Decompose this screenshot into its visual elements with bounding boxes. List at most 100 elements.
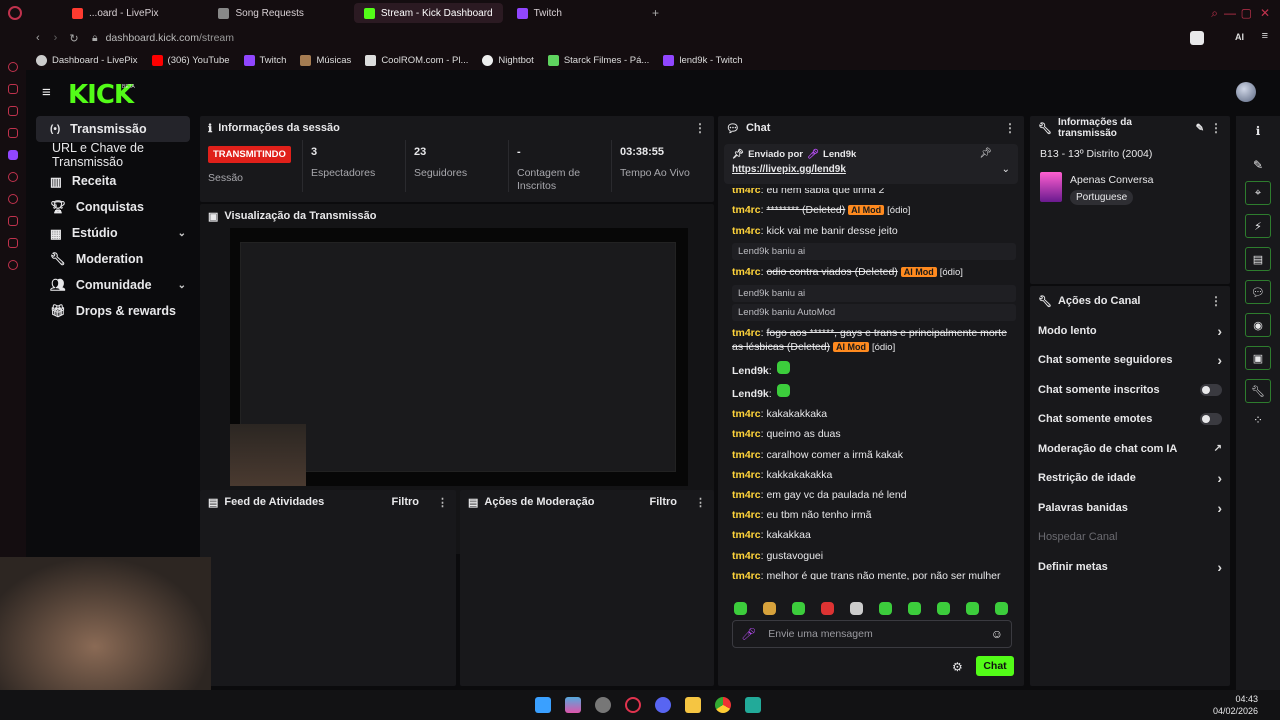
windows-start-icon[interactable] (535, 697, 551, 713)
chrome-icon[interactable] (715, 697, 731, 713)
tab-kick-dashboard[interactable]: Stream - Kick Dashboard (353, 3, 503, 23)
messenger-icon[interactable] (8, 62, 18, 72)
emote-icon[interactable] (763, 601, 776, 615)
emote-icon[interactable] (966, 601, 979, 615)
maximize-icon[interactable]: ▢ (1241, 6, 1252, 20)
avatar[interactable] (1236, 82, 1256, 102)
chat-username[interactable]: tm4rc (732, 529, 761, 541)
activity-filter-button[interactable]: Filtro (392, 496, 420, 508)
app-taskbar-icon[interactable] (745, 697, 761, 713)
emote-icon[interactable] (995, 601, 1008, 615)
nav-conquistas[interactable]: 🏆︎ Conquistas (36, 194, 190, 220)
bookmark-coolrom[interactable]: CoolROM.com - Pl... (365, 54, 468, 66)
category-name[interactable]: Apenas Conversa (1070, 174, 1153, 186)
extensions-side-icon[interactable] (8, 238, 18, 248)
chat-username[interactable]: tm4rc (732, 266, 761, 278)
pencil-icon[interactable]: ✎ (1236, 158, 1280, 172)
chat-username[interactable]: tm4rc (732, 204, 761, 216)
settings-icon[interactable] (8, 260, 18, 270)
more-options-icon[interactable]: ⋮ (1210, 294, 1222, 308)
chat-username[interactable]: tm4rc (732, 550, 761, 562)
bookmark-musicas[interactable]: Músicas (300, 54, 351, 66)
chat-send-button[interactable]: Chat (976, 656, 1014, 676)
bookmark-starck[interactable]: Starck Filmes - Pá... (547, 54, 649, 66)
bolt-tool-icon[interactable]: ⚡︎ (1245, 214, 1271, 238)
more-options-icon[interactable]: ⋮ (694, 121, 706, 135)
broadcast-tool-icon[interactable]: ◉ (1245, 313, 1271, 337)
nav-moderation[interactable]: 🔧︎ Moderation (36, 246, 190, 272)
chat-username[interactable]: tm4rc (732, 408, 761, 420)
ai-button[interactable]: AI (1235, 32, 1244, 42)
more-options-icon[interactable]: ⋮ (437, 496, 448, 509)
extensions-icon[interactable] (1190, 31, 1204, 45)
nav-receita[interactable]: ▥ Receita (36, 168, 190, 194)
bookmark-livepix[interactable]: Dashboard - LivePix (36, 54, 138, 66)
chat-username[interactable]: tm4rc (732, 509, 761, 521)
chevron-down-icon[interactable]: ⌄ (1002, 164, 1010, 175)
toggle-switch[interactable] (1200, 413, 1222, 426)
action-metas[interactable]: Definir metas › (1030, 552, 1230, 582)
back-icon[interactable]: ‹ (36, 32, 40, 44)
new-tab-icon[interactable]: + (652, 6, 659, 20)
mod-filter-button[interactable]: Filtro (650, 496, 678, 508)
bookmark-nightbot[interactable]: Nightbot (482, 54, 534, 66)
emote-icon[interactable] (850, 601, 863, 615)
emote-icon[interactable] (821, 601, 834, 615)
emote-icon[interactable] (908, 601, 921, 615)
player-icon[interactable] (8, 172, 18, 182)
info-icon[interactable]: ℹ (1236, 124, 1280, 138)
chat-username[interactable]: tm4rc (732, 428, 761, 440)
pinboard-icon[interactable] (8, 216, 18, 226)
nav-transmissao[interactable]: (•) Transmissão (36, 116, 190, 142)
forward-icon[interactable]: › (54, 32, 58, 44)
chat-username[interactable]: tm4rc (732, 489, 761, 501)
chat-username[interactable]: tm4rc (732, 327, 761, 339)
menu-icon[interactable]: ≡ (1262, 30, 1268, 42)
url-field[interactable]: 🔒︎ dashboard.kick.com/stream (92, 29, 712, 47)
discord-icon[interactable] (655, 697, 671, 713)
pinned-link[interactable]: https://livepix.gg/lend9k (732, 164, 1010, 175)
chat-username[interactable]: tm4rc (732, 225, 761, 237)
nav-estudio[interactable]: ▦ Estúdio ⌄ (36, 220, 190, 246)
edit-icon[interactable]: ✎ (1196, 123, 1204, 134)
apps-icon[interactable]: ⁘ (1236, 413, 1280, 427)
action-ia[interactable]: Moderação de chat com IA ↗ (1030, 434, 1230, 464)
bookmark-youtube[interactable]: (306) YouTube (151, 54, 230, 66)
vk-icon[interactable] (8, 128, 18, 138)
action-idade[interactable]: Restrição de idade › (1030, 464, 1230, 494)
emote-icon[interactable] (879, 601, 892, 615)
copilot-icon[interactable] (565, 697, 581, 713)
nav-comunidade[interactable]: 👥︎ Comunidade ⌄ (36, 272, 190, 298)
camera-tool-icon[interactable]: ⌖ (1245, 181, 1271, 205)
instagram-icon[interactable] (8, 106, 18, 116)
toggle-switch[interactable] (1200, 383, 1222, 396)
emote-icon[interactable] (734, 601, 747, 615)
chat-input[interactable]: 🎤︎ Envie uma mensagem ☺ (732, 620, 1012, 648)
chat-username[interactable]: Lend9k (732, 365, 769, 377)
action-modo-lento[interactable]: Modo lento › (1030, 316, 1230, 346)
chat-username[interactable]: Lend9k (732, 388, 769, 400)
close-icon[interactable]: ✕ (1260, 6, 1270, 20)
bookmark-lend9k[interactable]: lend9k - Twitch (663, 54, 743, 66)
action-palavras[interactable]: Palavras banidas › (1030, 493, 1230, 523)
history-icon[interactable] (8, 194, 18, 204)
emote-icon[interactable] (792, 601, 805, 615)
bookmark-twitch[interactable]: Twitch (243, 54, 286, 66)
steam-icon[interactable] (595, 697, 611, 713)
emoji-icon[interactable]: ☺ (991, 627, 1003, 641)
reload-icon[interactable]: ↻ (69, 32, 78, 45)
hamburger-icon[interactable]: ≡ (42, 84, 51, 101)
tab-song-requests[interactable]: Song Requests (208, 3, 313, 23)
chat-settings-icon[interactable]: ⚙ (952, 660, 963, 674)
twitch-sidebar-icon[interactable] (8, 150, 18, 160)
emote-icon[interactable] (937, 601, 950, 615)
stream-preview-video[interactable] (230, 228, 688, 486)
tab-livepix[interactable]: ...oard - LivePix (62, 3, 168, 23)
more-options-icon[interactable]: ⋮ (1210, 121, 1222, 135)
wrench-tool-icon[interactable]: 🔧︎ (1245, 379, 1271, 403)
notes-tool-icon[interactable]: ▤ (1245, 247, 1271, 271)
unpin-icon[interactable]: 📌︎ (979, 148, 992, 159)
whatsapp-icon[interactable] (8, 84, 18, 94)
action-seguidores[interactable]: Chat somente seguidores › (1030, 346, 1230, 376)
search-icon[interactable]: ⌕ (1211, 6, 1218, 21)
